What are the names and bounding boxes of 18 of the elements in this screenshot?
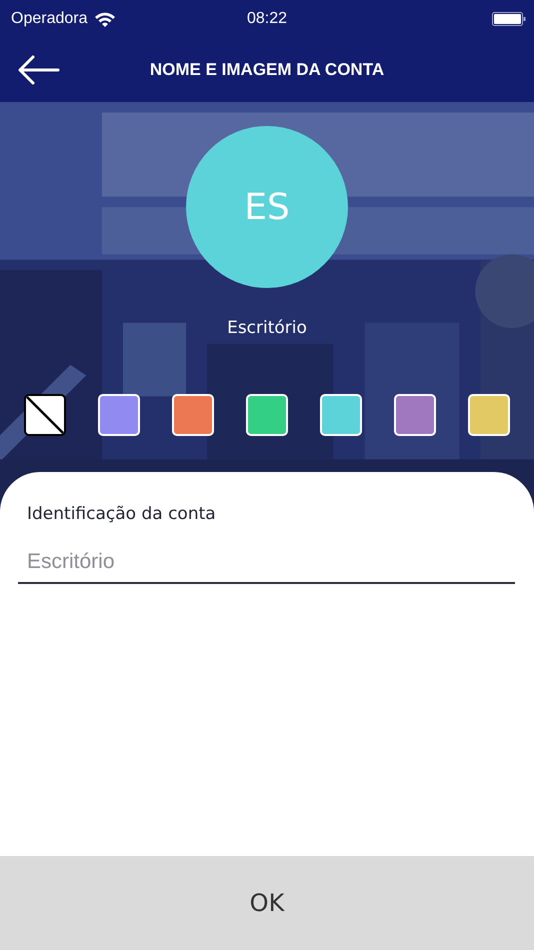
ok-button[interactable]: OK [0, 856, 534, 950]
color-swatch[interactable] [98, 394, 140, 436]
color-swatch[interactable] [172, 394, 214, 436]
back-arrow-icon [18, 55, 60, 85]
color-swatch[interactable] [320, 394, 362, 436]
wifi-icon [94, 11, 116, 27]
input-field[interactable]: Escritório [18, 544, 515, 584]
account-name: Escritório [227, 318, 307, 338]
field-label: Identificação da conta [26, 504, 217, 524]
color-swatch[interactable] [468, 394, 510, 436]
color-swatch[interactable] [246, 394, 288, 436]
no-color-swatch[interactable] [24, 394, 66, 436]
back-button[interactable] [18, 55, 60, 85]
screen-title: NOME E IMAGEM DA CONTA [148, 60, 386, 80]
battery-icon [492, 12, 526, 26]
status-time: 08:22 [246, 10, 288, 28]
carrier-name: Operadora [11, 10, 88, 28]
color-swatch[interactable] [394, 394, 436, 436]
